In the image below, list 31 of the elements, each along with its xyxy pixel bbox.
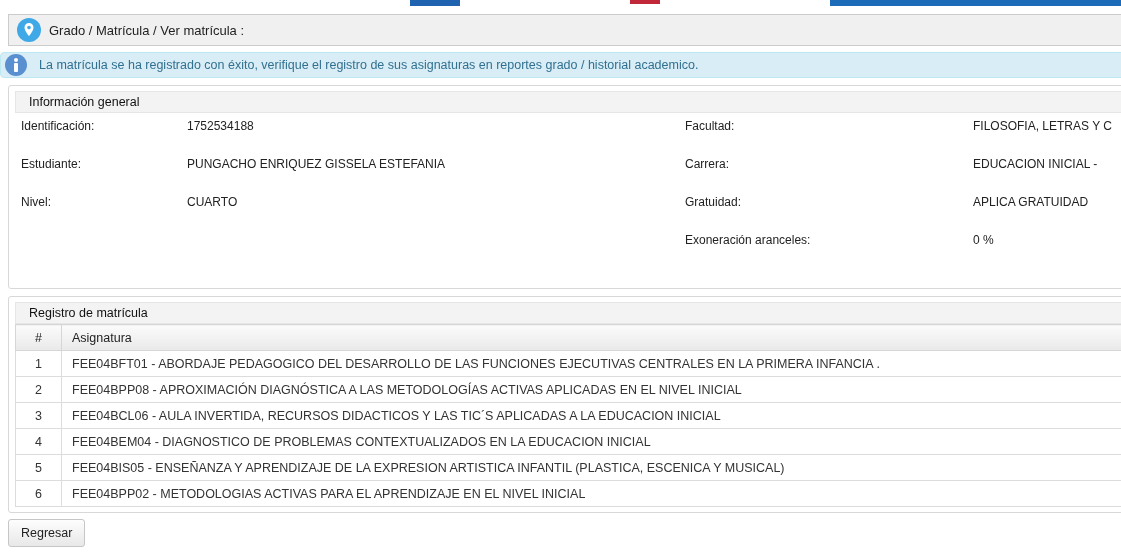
table-cell: 6 <box>15 480 62 507</box>
panel-title: Registro de matrícula <box>29 306 148 320</box>
alert-message: La matrícula se ha registrado con éxito, verifique el registro de sus asignaturas en reportes grado / historial academico. <box>39 58 699 72</box>
field-value: APLICA GRATUIDAD <box>973 195 1090 211</box>
table-cell: 2 <box>15 376 62 403</box>
table-cell: 5 <box>15 454 62 481</box>
table-cell: 1 <box>15 350 62 377</box>
table-cell: 3 <box>15 402 62 429</box>
info-icon <box>5 54 27 76</box>
field-label: Nivel: <box>21 195 52 211</box>
breadcrumb: Grado / Matrícula / Ver matrícula : <box>49 22 245 38</box>
back-button[interactable]: Regresar <box>8 519 86 547</box>
column-header: # <box>15 324 62 351</box>
field-value: 1752534188 <box>187 119 255 135</box>
field-label: Gratuidad: <box>685 195 743 211</box>
table-cell: 4 <box>15 428 62 455</box>
field-label: Estudiante: <box>21 157 83 173</box>
field-label: Facultad: <box>685 119 736 135</box>
field-value: FILOSOFIA, LETRAS Y C <box>973 119 1113 135</box>
field-value: 0 % <box>973 233 995 249</box>
column-header: Asignatura <box>61 324 1121 351</box>
panel-title: Información general <box>29 95 140 109</box>
field-label: Exoneración aranceles: <box>685 233 812 249</box>
field-label: Carrera: <box>685 157 730 173</box>
banner-stripe <box>410 0 460 6</box>
field-value: PUNGACHO ENRIQUEZ GISSELA ESTEFANIA <box>187 157 447 173</box>
banner-stripe <box>630 0 660 4</box>
field-value: EDUCACION INICIAL - <box>973 157 1099 173</box>
location-pin-icon <box>17 18 41 42</box>
field-value: CUARTO <box>187 195 239 211</box>
field-label: Identificación: <box>21 119 96 135</box>
